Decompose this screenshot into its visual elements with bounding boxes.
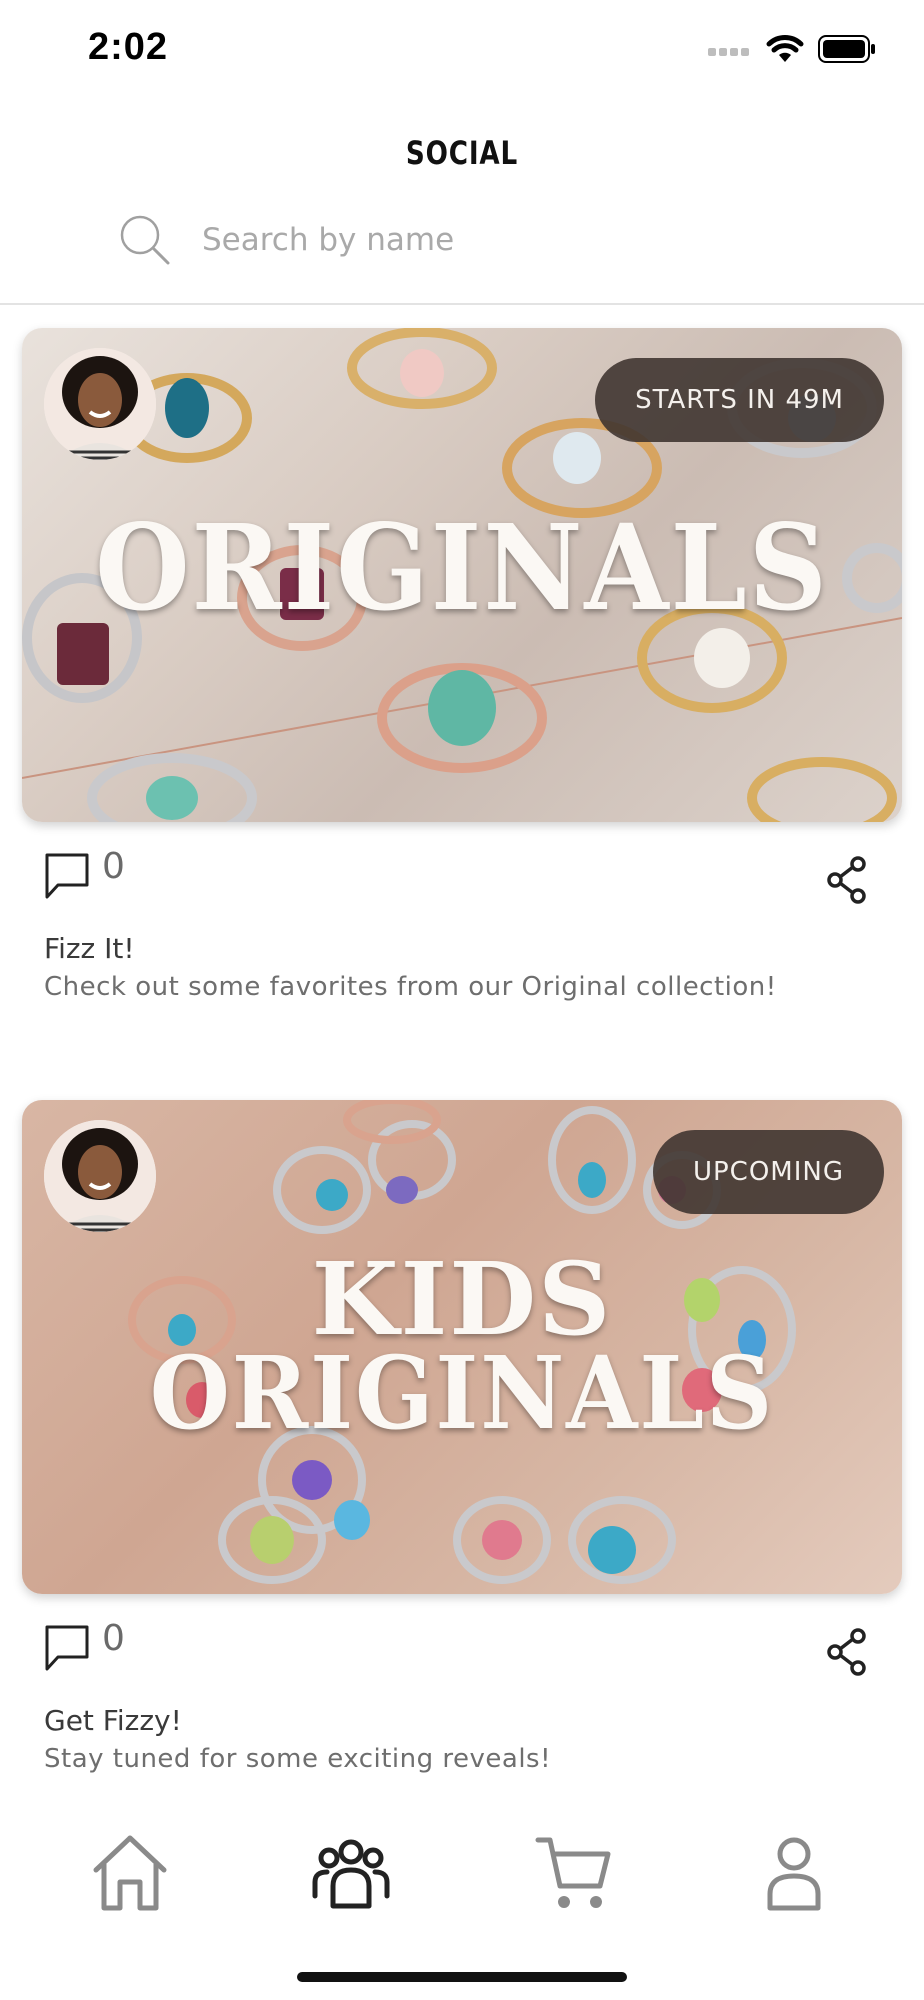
- post-actions: 0: [44, 846, 868, 912]
- share-icon[interactable]: [826, 1628, 868, 1676]
- search-bar[interactable]: [118, 210, 718, 270]
- comment-icon[interactable]: [44, 852, 90, 900]
- search-icon: [120, 215, 170, 265]
- avatar[interactable]: [44, 348, 156, 460]
- post-title: Fizz It!: [44, 932, 135, 965]
- wifi-icon: [766, 35, 804, 62]
- status-badge: UPCOMING: [652, 1130, 884, 1214]
- social-group-icon[interactable]: [311, 1832, 391, 1912]
- status-bar: 2:02: [0, 0, 924, 100]
- home-icon[interactable]: [90, 1832, 170, 1912]
- battery-icon: [818, 35, 875, 63]
- status-icons: [708, 34, 876, 64]
- post-description: Stay tuned for some exciting reveals!: [44, 1744, 552, 1774]
- post-actions: 0: [44, 1618, 868, 1684]
- avatar-image: [44, 1120, 156, 1232]
- comment-count: 0: [102, 846, 125, 887]
- tab-bar: [0, 1820, 924, 1960]
- page-title: SOCIAL: [405, 134, 519, 172]
- status-badge: STARTS IN 49M: [595, 358, 884, 442]
- share-icon[interactable]: [826, 856, 868, 904]
- status-time: 2:02: [88, 26, 169, 68]
- comment-count: 0: [102, 1618, 125, 1659]
- avatar-image: [44, 348, 156, 460]
- comment-icon[interactable]: [44, 1624, 90, 1672]
- cart-icon[interactable]: [534, 1832, 614, 1912]
- post-title: Get Fizzy!: [44, 1704, 182, 1737]
- home-indicator: [297, 1972, 627, 1982]
- card-title-line: ORIGINALS: [149, 1334, 775, 1452]
- event-card[interactable]: KIDS ORIGINALS UPCOMING: [22, 1100, 902, 1594]
- profile-icon[interactable]: [754, 1832, 834, 1912]
- cellular-signal-icon: [708, 48, 749, 56]
- avatar[interactable]: [44, 1120, 156, 1232]
- header-divider: [0, 303, 924, 305]
- search-input[interactable]: [202, 222, 662, 258]
- post-description: Check out some favorites from our Origin…: [44, 972, 777, 1002]
- card-title: ORIGINALS: [95, 498, 829, 637]
- event-card[interactable]: ORIGINALS STARTS IN 49M: [22, 328, 902, 822]
